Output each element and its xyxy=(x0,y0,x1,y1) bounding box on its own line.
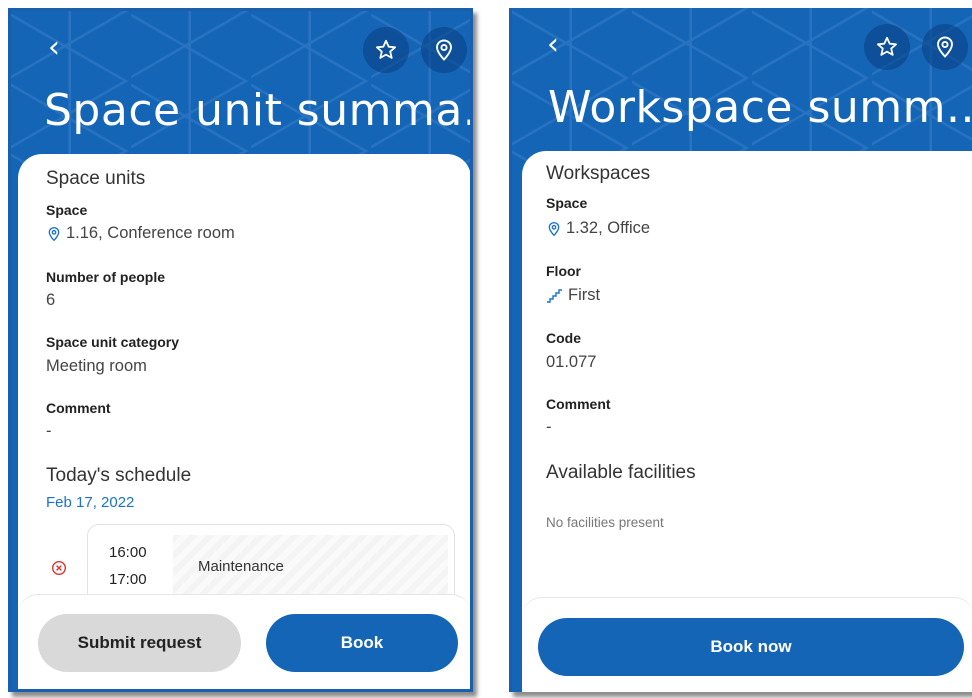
location-pin-icon xyxy=(436,39,452,61)
cancel-circle-icon xyxy=(51,560,67,576)
comment-value: - xyxy=(46,422,52,440)
star-icon xyxy=(376,39,396,59)
space-value[interactable]: 1.32, Office xyxy=(546,219,650,238)
star-icon xyxy=(877,36,897,56)
book-button[interactable]: Book xyxy=(266,614,458,672)
comment-label: Comment xyxy=(46,400,111,416)
schedule-start-time: 16:00 xyxy=(109,544,147,561)
facilities-title: Available facilities xyxy=(546,462,696,483)
floor-label: Floor xyxy=(546,263,581,279)
number-of-people-value: 6 xyxy=(46,291,56,309)
schedule-date[interactable]: Feb 17, 2022 xyxy=(46,494,134,511)
submit-request-button[interactable]: Submit request xyxy=(38,614,241,672)
facilities-empty-text: No facilities present xyxy=(546,515,664,530)
favorite-button[interactable] xyxy=(864,24,910,70)
space-unit-summary-screen: ‹ Space unit summa... Space units Space … xyxy=(8,8,473,692)
location-button[interactable] xyxy=(421,27,467,73)
space-unit-category-value: Meeting room xyxy=(46,357,147,375)
code-label: Code xyxy=(546,330,581,346)
section-title: Workspaces xyxy=(546,163,651,184)
back-button[interactable]: ‹ xyxy=(538,30,568,62)
code-value: 01.077 xyxy=(546,353,597,371)
location-button[interactable] xyxy=(922,24,968,70)
space-label: Space xyxy=(546,195,588,211)
space-value[interactable]: 1.16, Conference room xyxy=(46,224,235,243)
back-button[interactable]: ‹ xyxy=(39,33,69,65)
action-bar: Book now xyxy=(522,597,972,692)
workspace-summary-screen: ‹ Workspace summ... Workspaces Space 1.3… xyxy=(509,8,972,692)
number-of-people-label: Number of people xyxy=(46,269,166,285)
stairs-icon xyxy=(547,288,562,303)
action-bar: Submit request Book xyxy=(18,594,470,689)
summary-card: Space units Space 1.16, Conference room … xyxy=(18,154,470,689)
comment-value: - xyxy=(546,418,552,436)
page-title: Workspace summ... xyxy=(548,82,972,133)
space-value-text: 1.16, Conference room xyxy=(66,224,235,242)
space-value-text: 1.32, Office xyxy=(566,219,651,237)
page-title: Space unit summa... xyxy=(44,85,473,136)
space-label: Space xyxy=(46,202,88,218)
favorite-button[interactable] xyxy=(363,27,409,73)
book-now-button[interactable]: Book now xyxy=(538,618,964,676)
chevron-left-icon: ‹ xyxy=(48,30,60,65)
location-pin-icon xyxy=(48,226,60,241)
location-pin-icon xyxy=(548,221,560,236)
space-unit-category-label: Space unit category xyxy=(46,334,180,350)
floor-value[interactable]: First xyxy=(546,286,600,305)
summary-card: Workspaces Space 1.32, Office Floor Firs… xyxy=(522,151,972,692)
schedule-end-time: 17:00 xyxy=(109,571,147,588)
chevron-left-icon: ‹ xyxy=(547,27,559,62)
location-pin-icon xyxy=(937,36,953,58)
floor-value-text: First xyxy=(568,286,601,304)
schedule-item-name: Maintenance xyxy=(198,558,284,575)
section-title: Space units xyxy=(46,168,146,189)
comment-label: Comment xyxy=(546,396,611,412)
schedule-title: Today's schedule xyxy=(46,465,192,486)
